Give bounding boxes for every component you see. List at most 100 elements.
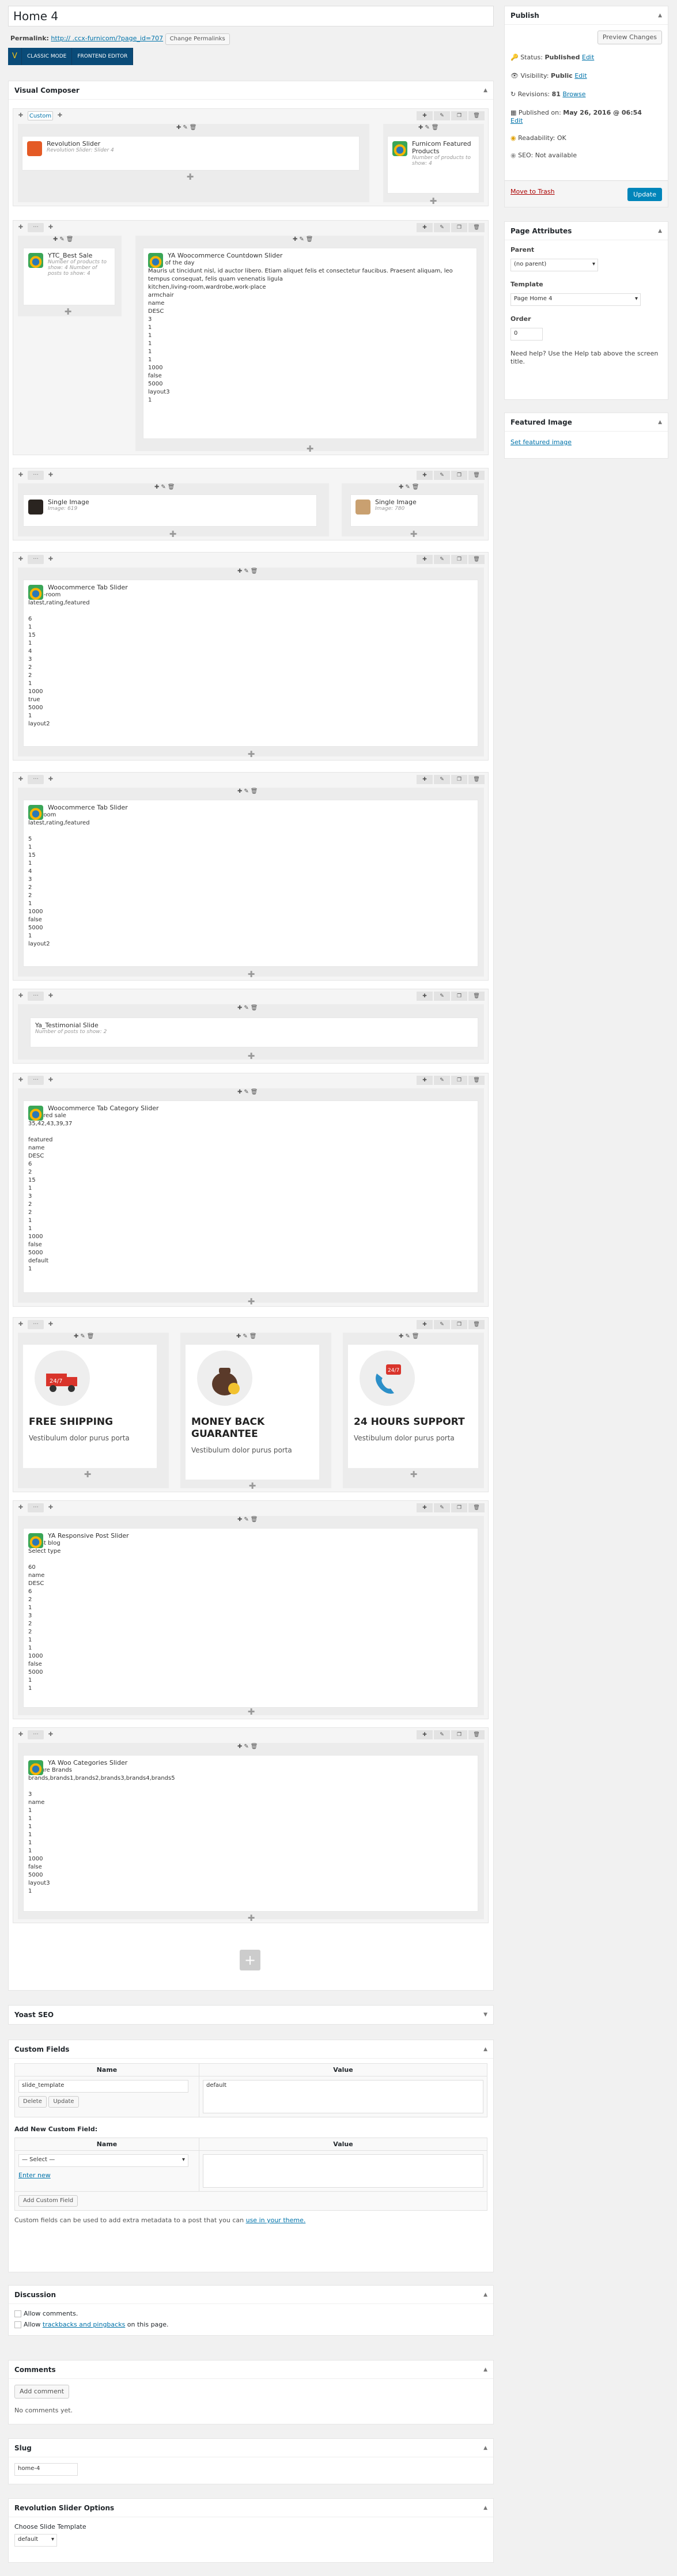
element-testimonial[interactable]: Ya_Testimonial Slide Number of posts to s… — [30, 1017, 478, 1047]
row-drag-handle[interactable]: ··· — [28, 223, 44, 232]
element-single-image[interactable]: Single Image Image: 780 — [350, 494, 478, 527]
column-controls[interactable]: ✚✎🗑 — [237, 1743, 259, 1750]
feature-box[interactable]: MONEY BACK GUARANTEE Vestibulum dolor pu… — [186, 1345, 319, 1480]
row-add-icon[interactable]: ✚ — [417, 1320, 433, 1329]
row-delete-icon[interactable]: 🗑 — [468, 471, 485, 480]
row-add-icon[interactable]: ✚ — [417, 223, 433, 232]
order-input[interactable]: 0 — [510, 328, 543, 341]
add-element-icon[interactable]: ✚ — [167, 529, 179, 539]
row-add-icon[interactable]: ✚ — [17, 1730, 25, 1739]
template-select[interactable]: Page Home 4 ▾ — [510, 293, 641, 306]
edit-status-link[interactable]: Edit — [582, 54, 594, 61]
collapse-icon[interactable]: ▲ — [658, 413, 662, 432]
add-element-icon[interactable]: ✚ — [245, 969, 257, 979]
row-edit-icon[interactable]: ✎ — [434, 992, 450, 1001]
edit-visibility-link[interactable]: Edit — [574, 72, 587, 80]
column-controls[interactable]: ✚✎🗑 — [237, 1516, 259, 1523]
frontend-editor-button[interactable]: FRONTEND EDITOR — [72, 48, 134, 65]
row-edit-icon[interactable]: ✎ — [434, 555, 450, 564]
row-clone-icon[interactable]: ❐ — [451, 111, 467, 120]
add-row-button[interactable]: + — [240, 1950, 260, 1970]
add-tab-icon[interactable]: ✚ — [47, 1320, 55, 1329]
add-comment-button[interactable]: Add comment — [14, 2385, 70, 2399]
update-button[interactable]: Update — [627, 188, 662, 201]
classic-mode-button[interactable]: CLASSIC MODE — [22, 48, 73, 65]
add-element-icon[interactable]: ✚ — [245, 1296, 257, 1307]
collapse-icon[interactable]: ▲ — [658, 222, 662, 240]
row-add-icon[interactable]: ✚ — [17, 775, 25, 784]
column-controls[interactable]: ✚✎🗑 — [237, 568, 259, 574]
element-tab-slider[interactable]: Woocommerce Tab Slider bed-room latest,r… — [23, 800, 478, 967]
parent-select[interactable]: (no parent) ▾ — [510, 259, 598, 271]
row-tab[interactable]: Custom — [28, 111, 53, 120]
add-element-icon[interactable]: ✚ — [245, 749, 257, 759]
row-add-icon[interactable]: ✚ — [17, 1503, 25, 1512]
row-drag-handle[interactable]: ··· — [28, 992, 44, 1001]
row-add-icon[interactable]: ✚ — [17, 471, 25, 480]
element-furnicom-featured[interactable]: Furnicom Featured Products Number of prod… — [387, 136, 479, 194]
row-drag-handle[interactable]: ··· — [28, 1076, 44, 1085]
add-element-icon[interactable]: ✚ — [245, 1707, 257, 1717]
add-tab-icon[interactable]: ✚ — [47, 223, 55, 232]
add-element-icon[interactable]: ✚ — [82, 1469, 93, 1480]
row-add-icon[interactable]: ✚ — [17, 223, 25, 232]
row-clone-icon[interactable]: ❐ — [451, 775, 467, 784]
element-best-sale[interactable]: YTC_Best Sale Number of products to show:… — [23, 248, 115, 305]
element-post-slider[interactable]: YA Responsive Post Slider Latest blog Se… — [23, 1528, 478, 1708]
add-tab-icon[interactable]: ✚ — [47, 1503, 55, 1512]
move-to-trash-link[interactable]: Move to Trash — [510, 188, 555, 195]
row-delete-icon[interactable]: 🗑 — [468, 223, 485, 232]
row-edit-icon[interactable]: ✎ — [434, 1320, 450, 1329]
row-delete-icon[interactable]: 🗑 — [468, 1320, 485, 1329]
add-element-icon[interactable]: ✚ — [245, 1051, 257, 1061]
add-element-icon[interactable]: ✚ — [428, 196, 439, 206]
column-controls[interactable]: ✚✎🗑 — [293, 236, 315, 243]
column-controls[interactable]: ✚✎🗑 — [154, 484, 176, 490]
slug-input[interactable]: home-4 — [14, 2463, 78, 2476]
collapse-icon[interactable]: ▲ — [483, 2286, 487, 2304]
add-tab-icon[interactable]: ✚ — [47, 775, 55, 784]
add-tab-icon[interactable]: ✚ — [56, 111, 64, 120]
row-add-icon[interactable]: ✚ — [417, 111, 433, 120]
feature-box[interactable]: 24/7 FREE SHIPPING Vestibulum dolor puru… — [23, 1345, 157, 1468]
row-add-icon[interactable]: ✚ — [17, 555, 25, 564]
row-add-icon[interactable]: ✚ — [17, 1076, 25, 1085]
update-field-button[interactable]: Update — [48, 2096, 79, 2108]
enter-new-link[interactable]: Enter new — [18, 2172, 195, 2179]
row-drag-handle[interactable]: ··· — [28, 775, 44, 784]
add-element-icon[interactable]: ✚ — [408, 529, 419, 539]
preview-changes-button[interactable]: Preview Changes — [597, 31, 662, 44]
row-drag-handle[interactable]: ··· — [28, 1503, 44, 1512]
add-element-icon[interactable]: ✚ — [408, 1469, 419, 1480]
column-controls[interactable]: ✚✎🗑 — [237, 1005, 259, 1011]
allow-pingbacks-row[interactable]: Allow trackbacks and pingbacks on this p… — [14, 2321, 487, 2328]
add-tab-icon[interactable]: ✚ — [47, 471, 55, 480]
row-delete-icon[interactable]: 🗑 — [468, 111, 485, 120]
row-drag-handle[interactable]: ··· — [28, 1730, 44, 1739]
allow-comments-checkbox[interactable] — [14, 2310, 21, 2317]
row-delete-icon[interactable]: 🗑 — [468, 1076, 485, 1085]
allow-comments-row[interactable]: Allow comments. — [14, 2310, 487, 2317]
add-tab-icon[interactable]: ✚ — [47, 1730, 55, 1739]
row-clone-icon[interactable]: ❐ — [451, 1730, 467, 1739]
element-tab-category-slider[interactable]: Woocommerce Tab Category Slider featured… — [23, 1100, 478, 1293]
row-add-icon[interactable]: ✚ — [417, 1076, 433, 1085]
column-controls[interactable]: ✚✎🗑 — [236, 1333, 258, 1340]
row-drag-handle[interactable]: ··· — [28, 471, 44, 480]
delete-field-button[interactable]: Delete — [18, 2096, 47, 2108]
row-edit-icon[interactable]: ✎ — [434, 775, 450, 784]
row-clone-icon[interactable]: ❐ — [451, 992, 467, 1001]
collapse-icon[interactable]: ▲ — [658, 6, 662, 25]
trackbacks-link[interactable]: trackbacks and pingbacks — [43, 2321, 125, 2328]
element-revolution-slider[interactable]: Revolution Slider Revolution Slider: Slid… — [22, 136, 360, 171]
column-controls[interactable]: ✚✎🗑 — [418, 124, 440, 131]
row-add-icon[interactable]: ✚ — [417, 1503, 433, 1512]
slide-template-select[interactable]: default ▾ — [14, 2534, 57, 2547]
column-controls[interactable]: ✚✎🗑 — [237, 1089, 259, 1095]
collapse-icon[interactable]: ▲ — [483, 81, 487, 100]
add-element-icon[interactable]: ✚ — [62, 307, 74, 317]
row-delete-icon[interactable]: 🗑 — [468, 555, 485, 564]
row-delete-icon[interactable]: 🗑 — [468, 1730, 485, 1739]
row-edit-icon[interactable]: ✎ — [434, 111, 450, 120]
row-add-icon[interactable]: ✚ — [17, 992, 25, 1001]
